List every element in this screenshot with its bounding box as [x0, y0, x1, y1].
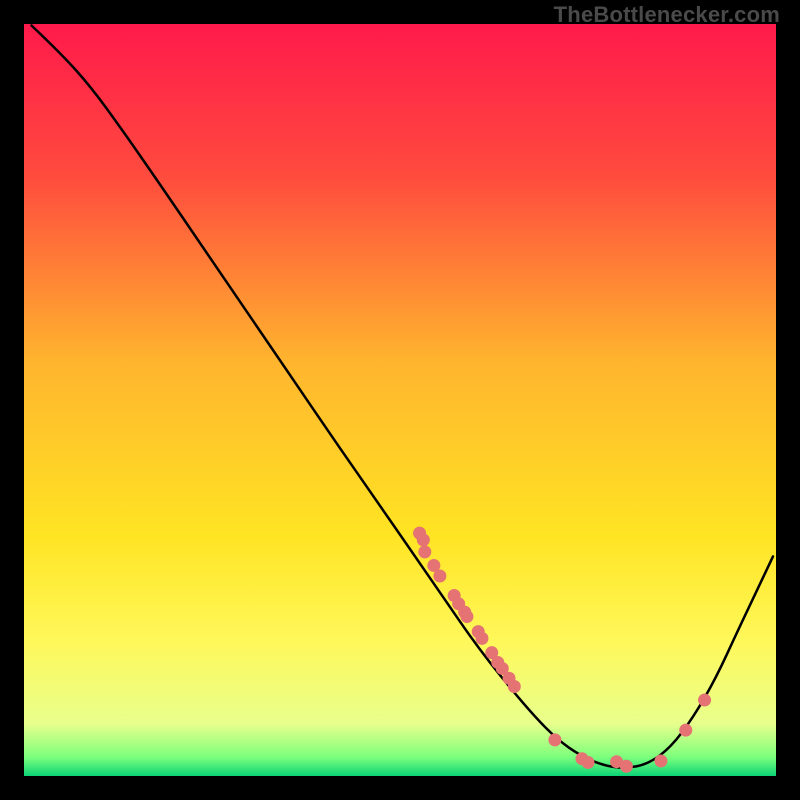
data-point [620, 760, 633, 773]
data-point [417, 533, 430, 546]
data-point [582, 756, 595, 769]
data-point [433, 569, 446, 582]
data-point [654, 754, 667, 767]
chart-container: TheBottlenecker.com [0, 0, 800, 800]
data-point [418, 545, 431, 558]
data-point [548, 733, 561, 746]
plot-area [24, 24, 776, 776]
data-point [679, 724, 692, 737]
data-point [508, 680, 521, 693]
data-point [475, 632, 488, 645]
watermark-text: TheBottlenecker.com [554, 2, 780, 28]
data-point [698, 694, 711, 707]
chart-background [24, 24, 776, 776]
data-point [460, 610, 473, 623]
chart-svg [24, 24, 776, 776]
